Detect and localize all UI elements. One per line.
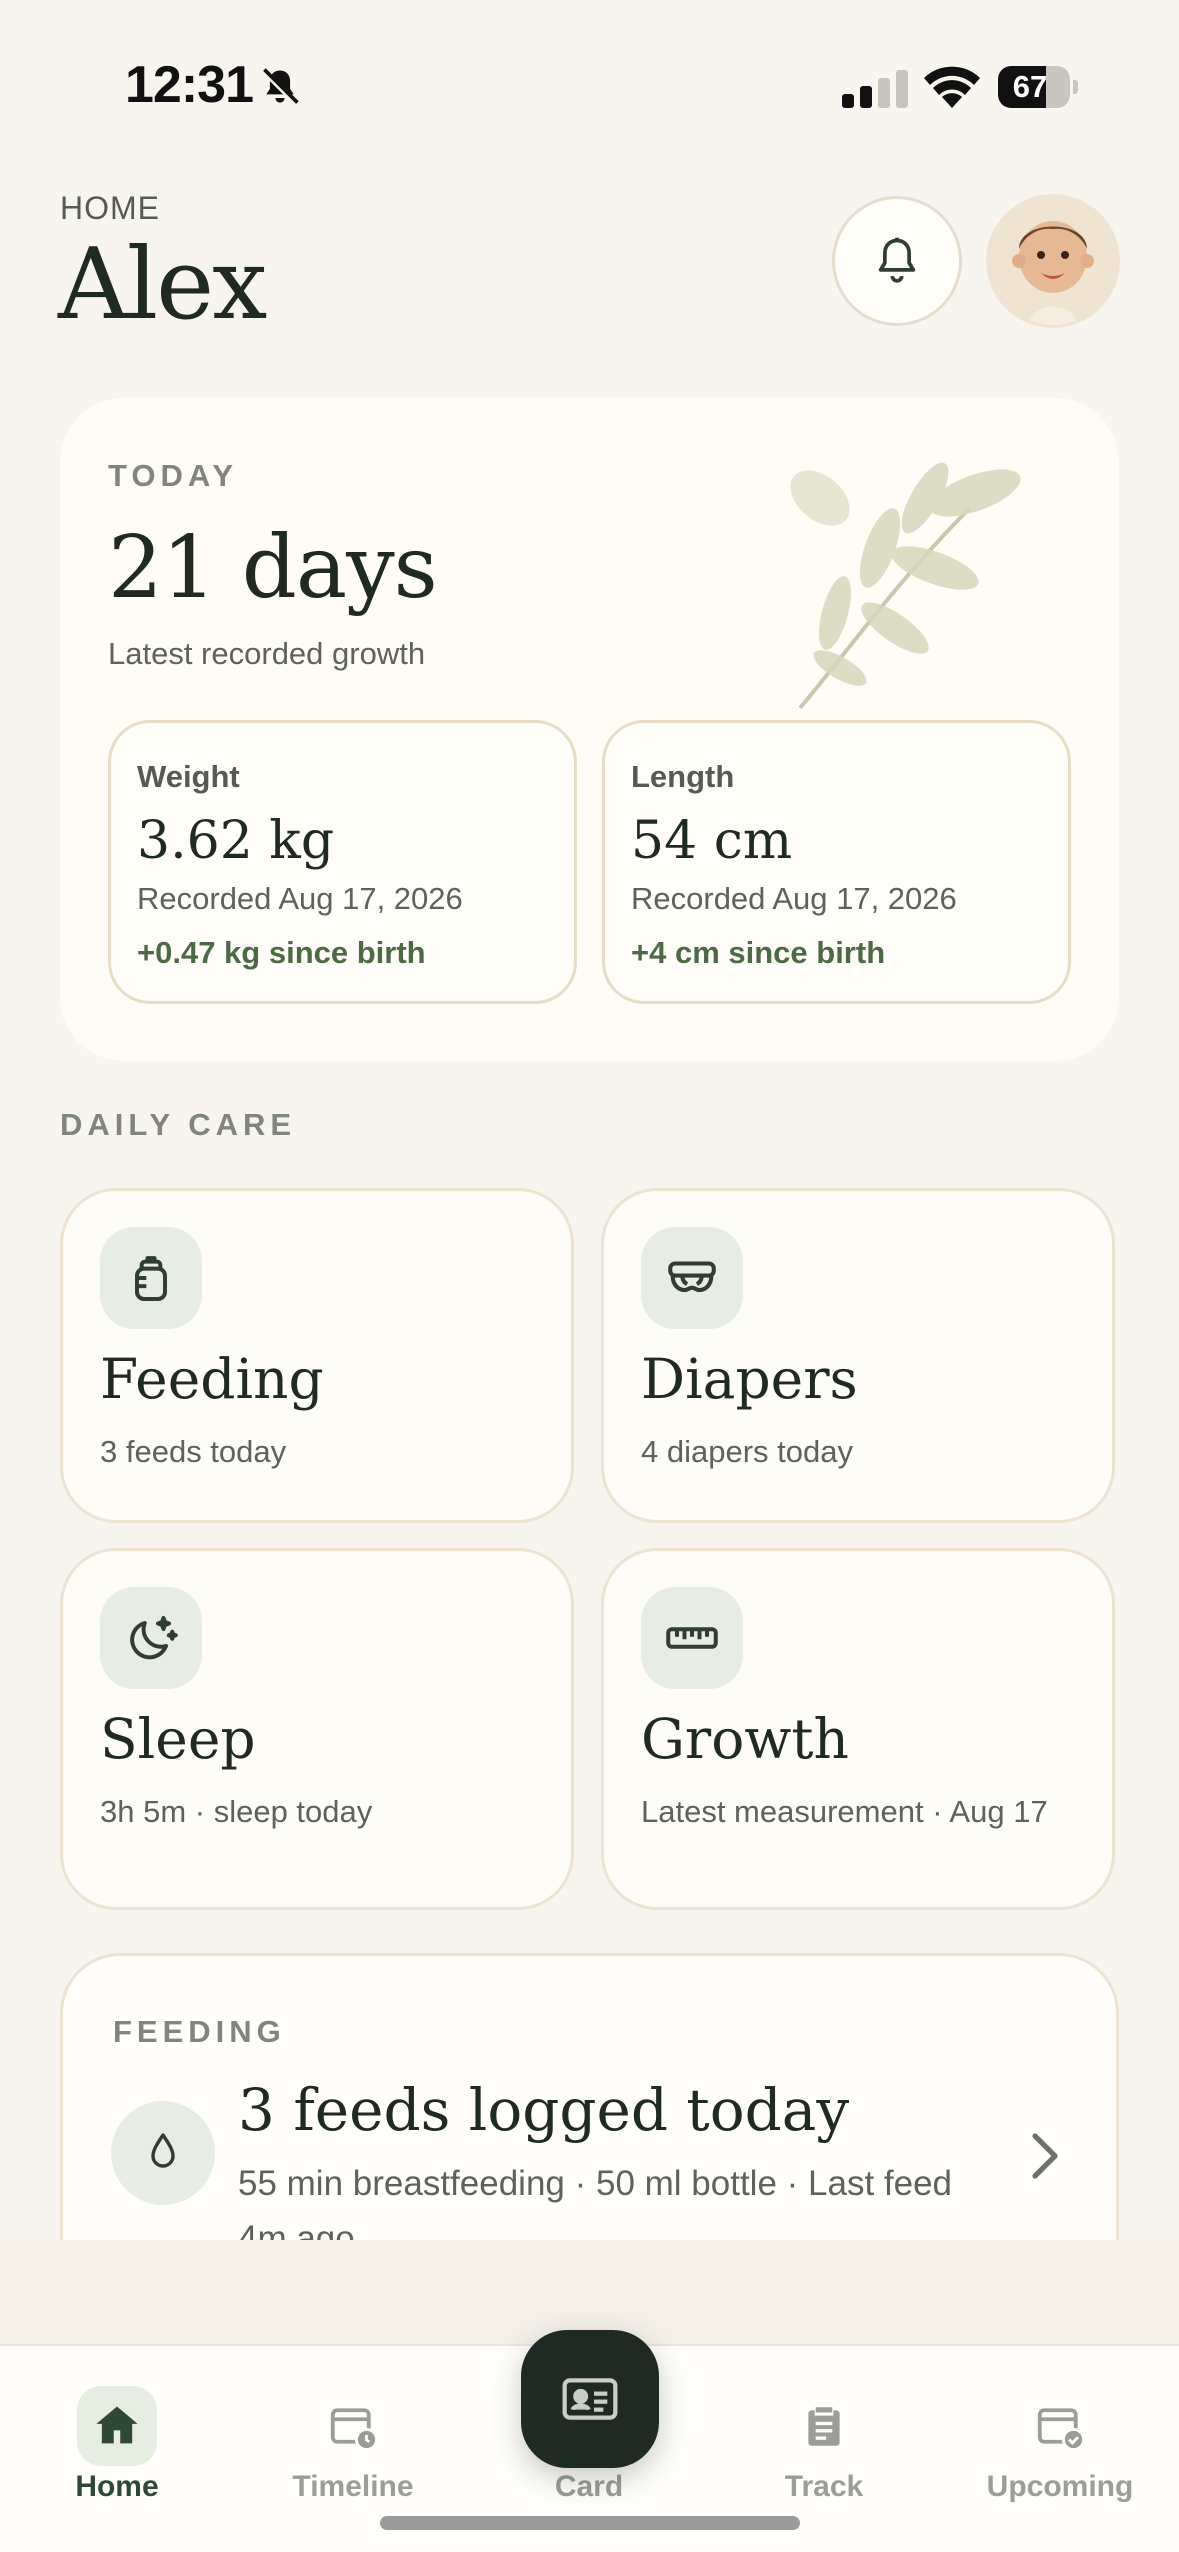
wifi-icon bbox=[924, 66, 980, 108]
today-subtitle: Latest recorded growth bbox=[108, 636, 426, 671]
diapers-tile-subtitle: 4 diapers today bbox=[641, 1434, 853, 1469]
tab-track[interactable]: Track bbox=[719, 2346, 929, 2506]
feeding-summary-title: 3 feeds logged today bbox=[238, 2076, 850, 2144]
tab-home-label: Home bbox=[75, 2470, 159, 2503]
weight-card[interactable]: Weight 3.62 kg Recorded Aug 17, 2026 +0.… bbox=[108, 720, 577, 1004]
feeding-eyebrow: FEEDING bbox=[113, 2014, 286, 2049]
diaper-icon bbox=[668, 1261, 716, 1293]
battery-percent: 67 bbox=[1012, 69, 1048, 104]
tab-timeline-label: Timeline bbox=[292, 2470, 414, 2503]
battery-indicator: 67 bbox=[998, 66, 1078, 108]
profile-avatar[interactable] bbox=[986, 194, 1120, 328]
today-eyebrow: TODAY bbox=[108, 458, 239, 493]
weight-label: Weight bbox=[137, 759, 240, 794]
tab-upcoming[interactable]: Upcoming bbox=[955, 2346, 1165, 2506]
today-growth-card: TODAY 21 days Latest recorded growth Wei… bbox=[60, 398, 1119, 1061]
status-bar: 12:31 67 bbox=[0, 0, 1179, 170]
clipboard-icon bbox=[808, 2407, 840, 2446]
feeding-summary-card[interactable]: FEEDING 3 feeds logged today 55 min brea… bbox=[60, 1953, 1119, 2243]
feeding-tile-title: Feeding bbox=[100, 1347, 324, 1411]
length-label: Length bbox=[631, 759, 735, 794]
length-change: +4 cm since birth bbox=[631, 935, 886, 970]
page-title: Alex bbox=[58, 228, 267, 342]
page-eyebrow: HOME bbox=[60, 190, 160, 226]
length-value: 54 cm bbox=[631, 811, 793, 871]
bottle-icon bbox=[135, 1256, 167, 1301]
length-card[interactable]: Length 54 cm Recorded Aug 17, 2026 +4 cm… bbox=[602, 720, 1071, 1004]
card-fab-button[interactable] bbox=[521, 2330, 659, 2468]
id-card-icon bbox=[562, 2378, 618, 2420]
growth-tile-title: Growth bbox=[641, 1707, 849, 1771]
diapers-tile-title: Diapers bbox=[641, 1347, 858, 1411]
growth-tile-subtitle: Latest measurement · Aug 17 bbox=[641, 1794, 1048, 1829]
cellular-signal-icon bbox=[842, 70, 908, 108]
feeding-tile[interactable]: Feeding 3 feeds today bbox=[60, 1188, 574, 1523]
home-indicator bbox=[380, 2516, 800, 2530]
home-icon bbox=[96, 2406, 138, 2444]
sleep-tile-title: Sleep bbox=[100, 1707, 256, 1771]
baby-age: 21 days bbox=[108, 518, 438, 618]
silent-mode-icon bbox=[261, 68, 299, 106]
calendar-clock-icon bbox=[330, 2408, 379, 2452]
feeding-tile-subtitle: 3 feeds today bbox=[100, 1434, 287, 1469]
length-date: Recorded Aug 17, 2026 bbox=[631, 881, 957, 916]
daily-care-heading: DAILY CARE bbox=[60, 1107, 297, 1142]
weight-value: 3.62 kg bbox=[137, 811, 335, 871]
tab-upcoming-label: Upcoming bbox=[986, 2470, 1134, 2503]
sleep-tile-subtitle: 3h 5m · sleep today bbox=[100, 1794, 373, 1829]
sleep-tile[interactable]: Sleep 3h 5m · sleep today bbox=[60, 1548, 574, 1910]
moon-stars-icon bbox=[130, 1616, 178, 1660]
status-time: 12:31 bbox=[125, 56, 254, 114]
baby-avatar-image bbox=[989, 197, 1117, 325]
leaf-decoration-icon bbox=[790, 462, 1021, 710]
feeding-summary-subtitle: 55 min breastfeeding · 50 ml bottle · La… bbox=[238, 2164, 953, 2243]
tab-home[interactable]: Home bbox=[12, 2346, 222, 2506]
bell-icon bbox=[878, 237, 916, 283]
weight-date: Recorded Aug 17, 2026 bbox=[137, 881, 463, 916]
weight-change: +0.47 kg since birth bbox=[137, 935, 426, 970]
chevron-right-icon bbox=[1032, 2133, 1058, 2179]
calendar-check-icon bbox=[1037, 2408, 1086, 2452]
tab-track-label: Track bbox=[784, 2470, 864, 2503]
diapers-tile[interactable]: Diapers 4 diapers today bbox=[601, 1188, 1115, 1523]
notifications-button[interactable] bbox=[832, 196, 962, 326]
growth-tile[interactable]: Growth Latest measurement · Aug 17 bbox=[601, 1548, 1115, 1910]
tab-card-label: Card bbox=[554, 2470, 624, 2503]
ruler-icon bbox=[666, 1627, 718, 1649]
drop-icon bbox=[151, 2133, 175, 2168]
tab-timeline[interactable]: Timeline bbox=[248, 2346, 458, 2506]
